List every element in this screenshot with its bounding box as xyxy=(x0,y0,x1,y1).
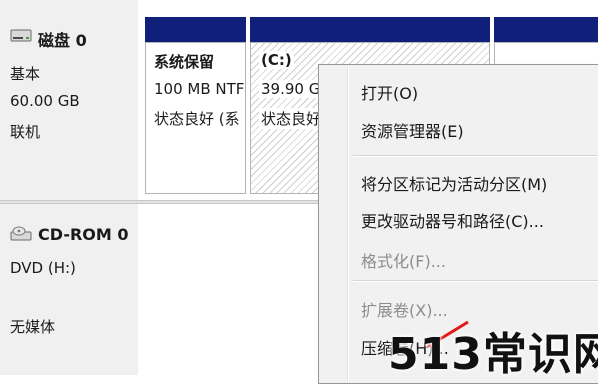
partition-system-reserved[interactable]: 系统保留 100 MB NTF 状态良好 (系 xyxy=(145,42,246,194)
menu-separator xyxy=(353,155,598,157)
partition-status: 状态良好 (系 xyxy=(154,110,240,128)
disk0-size: 60.00 GB xyxy=(10,92,80,110)
menu-item-explorer[interactable]: 资源管理器(E) xyxy=(361,118,464,142)
partition-header-c xyxy=(250,17,490,42)
disk0-label-panel[interactable]: 磁盘 0 基本 60.00 GB 联机 xyxy=(0,0,139,200)
cdrom0-media: 无媒体 xyxy=(10,318,56,336)
menu-separator xyxy=(353,280,598,282)
partition-header-free xyxy=(494,17,598,42)
menu-gutter xyxy=(347,67,349,381)
menu-item-change-drive-letter[interactable]: 更改驱动器号和路径(C)... xyxy=(361,208,544,232)
cdrom0-title: CD-ROM 0 xyxy=(38,225,129,244)
partition-status: 状态良好 xyxy=(259,108,324,129)
menu-item-mark-active[interactable]: 将分区标记为活动分区(M) xyxy=(361,171,547,195)
partition-name: (C:) xyxy=(259,51,294,69)
partition-header-system-reserved xyxy=(145,17,246,42)
menu-item-open[interactable]: 打开(O) xyxy=(361,80,418,104)
disk0-status: 联机 xyxy=(10,123,41,141)
hard-disk-icon xyxy=(10,29,32,42)
watermark-text: 513常识网 xyxy=(388,329,598,380)
cdrom0-label-panel[interactable]: CD-ROM 0 DVD (H:) 无媒体 xyxy=(0,204,139,375)
partition-name: 系统保留 xyxy=(154,53,215,71)
partition-size: 100 MB NTF xyxy=(154,80,244,98)
disk0-title: 磁盘 0 xyxy=(38,31,87,50)
disk0-type: 基本 xyxy=(10,65,41,83)
cd-drive-icon xyxy=(10,226,32,241)
cdrom0-drive: DVD (H:) xyxy=(10,259,76,277)
menu-item-format[interactable]: 格式化(F)... xyxy=(361,248,446,272)
